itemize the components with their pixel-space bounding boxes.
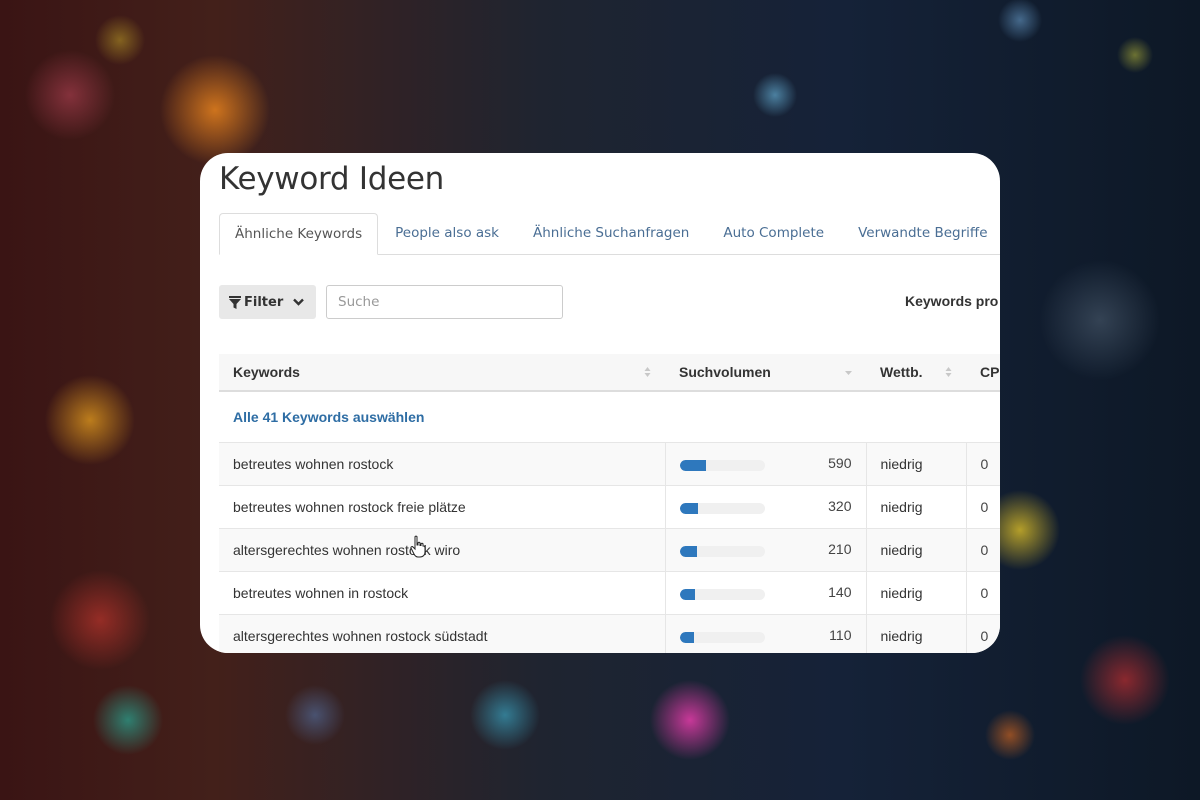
- search-input[interactable]: [326, 285, 563, 319]
- funnel-icon: [229, 295, 241, 309]
- competition-cell: niedrig: [865, 571, 966, 615]
- tab-people-also-ask[interactable]: People also ask: [378, 213, 516, 254]
- column-label: CP: [980, 364, 1000, 380]
- competition-cell: niedrig: [865, 442, 966, 486]
- keywords-table: Keywords Suchvolumen Wettb. CP Alle 41 K…: [219, 354, 1000, 653]
- volume-bar: [679, 459, 765, 471]
- select-all-keywords-link[interactable]: Alle 41 Keywords auswählen: [219, 391, 1000, 443]
- cpc-cell: 0: [965, 442, 1000, 486]
- sort-descending-icon: [845, 371, 852, 375]
- column-header-cpc[interactable]: CP: [966, 354, 1000, 392]
- search-volume-value: 140: [828, 584, 852, 600]
- column-label: Suchvolumen: [679, 364, 771, 380]
- search-volume-value: 590: [828, 455, 852, 471]
- search-volume-cell: 110: [664, 614, 866, 653]
- column-label: Wettb.: [880, 364, 923, 380]
- competition-cell: niedrig: [865, 485, 966, 529]
- tab-auto-complete[interactable]: Auto Complete: [706, 213, 841, 254]
- table-row[interactable]: betreutes wohnen rostock 590 niedrig 0: [219, 442, 1000, 486]
- competition-cell: niedrig: [865, 528, 966, 572]
- keyword-cell[interactable]: betreutes wohnen rostock freie plätze: [219, 485, 665, 529]
- keyword-ideas-panel: Keyword Ideen Ähnliche Keywords People a…: [200, 153, 1000, 653]
- keyword-cell[interactable]: betreutes wohnen rostock: [219, 442, 665, 486]
- tab-similar-queries[interactable]: Ähnliche Suchanfragen: [516, 213, 706, 254]
- volume-bar: [679, 545, 765, 557]
- sort-icon: [945, 367, 952, 377]
- volume-bar-fill: [679, 631, 694, 643]
- table-row[interactable]: betreutes wohnen rostock freie plätze 320…: [219, 485, 1000, 529]
- volume-bar-fill: [679, 588, 695, 600]
- competition-cell: niedrig: [865, 614, 966, 653]
- volume-bar: [679, 631, 765, 643]
- sort-icon: [644, 367, 651, 377]
- filter-button[interactable]: Filter: [219, 285, 316, 319]
- column-label: Keywords: [233, 364, 300, 380]
- volume-bar-fill: [679, 545, 697, 557]
- table-row[interactable]: betreutes wohnen in rostock 140 niedrig 0: [219, 571, 1000, 615]
- tab-bar: Ähnliche Keywords People also ask Ähnlic…: [219, 213, 1000, 255]
- column-header-keywords[interactable]: Keywords: [219, 354, 665, 392]
- tab-similar-keywords[interactable]: Ähnliche Keywords: [219, 213, 379, 255]
- search-volume-cell: 140: [664, 571, 866, 615]
- search-volume-value: 110: [829, 627, 852, 643]
- table-row[interactable]: altersgerechtes wohnen rostock südstadt 1…: [219, 614, 1000, 653]
- volume-bar: [679, 502, 765, 514]
- keyword-cell[interactable]: betreutes wohnen in rostock: [219, 571, 665, 615]
- cpc-cell: 0: [965, 571, 1000, 615]
- keywords-per-page-label: Keywords pro: [905, 293, 999, 309]
- keyword-cell[interactable]: altersgerechtes wohnen rostock südstadt: [219, 614, 665, 653]
- search-volume-cell: 590: [664, 442, 866, 486]
- volume-bar: [679, 588, 765, 600]
- column-header-competition[interactable]: Wettb.: [866, 354, 966, 392]
- tab-related-terms[interactable]: Verwandte Begriffe: [841, 213, 1000, 254]
- column-header-search-volume[interactable]: Suchvolumen: [665, 354, 866, 392]
- search-volume-value: 210: [828, 541, 852, 557]
- filter-label: Filter: [244, 294, 284, 310]
- chevron-down-icon: [293, 298, 304, 306]
- cpc-cell: 0: [965, 485, 1000, 529]
- search-volume-cell: 320: [664, 485, 866, 529]
- keyword-cell[interactable]: altersgerechtes wohnen rostock wiro: [219, 528, 665, 572]
- search-volume-value: 320: [828, 498, 852, 514]
- page-title: Keyword Ideen: [219, 161, 444, 197]
- search-volume-cell: 210: [664, 528, 866, 572]
- cpc-cell: 0: [965, 528, 1000, 572]
- table-row[interactable]: altersgerechtes wohnen rostock wiro 210 ni…: [219, 528, 1000, 572]
- volume-bar-fill: [679, 459, 706, 471]
- cpc-cell: 0: [965, 614, 1000, 653]
- table-header: Keywords Suchvolumen Wettb. CP: [219, 354, 1000, 392]
- volume-bar-fill: [679, 502, 699, 514]
